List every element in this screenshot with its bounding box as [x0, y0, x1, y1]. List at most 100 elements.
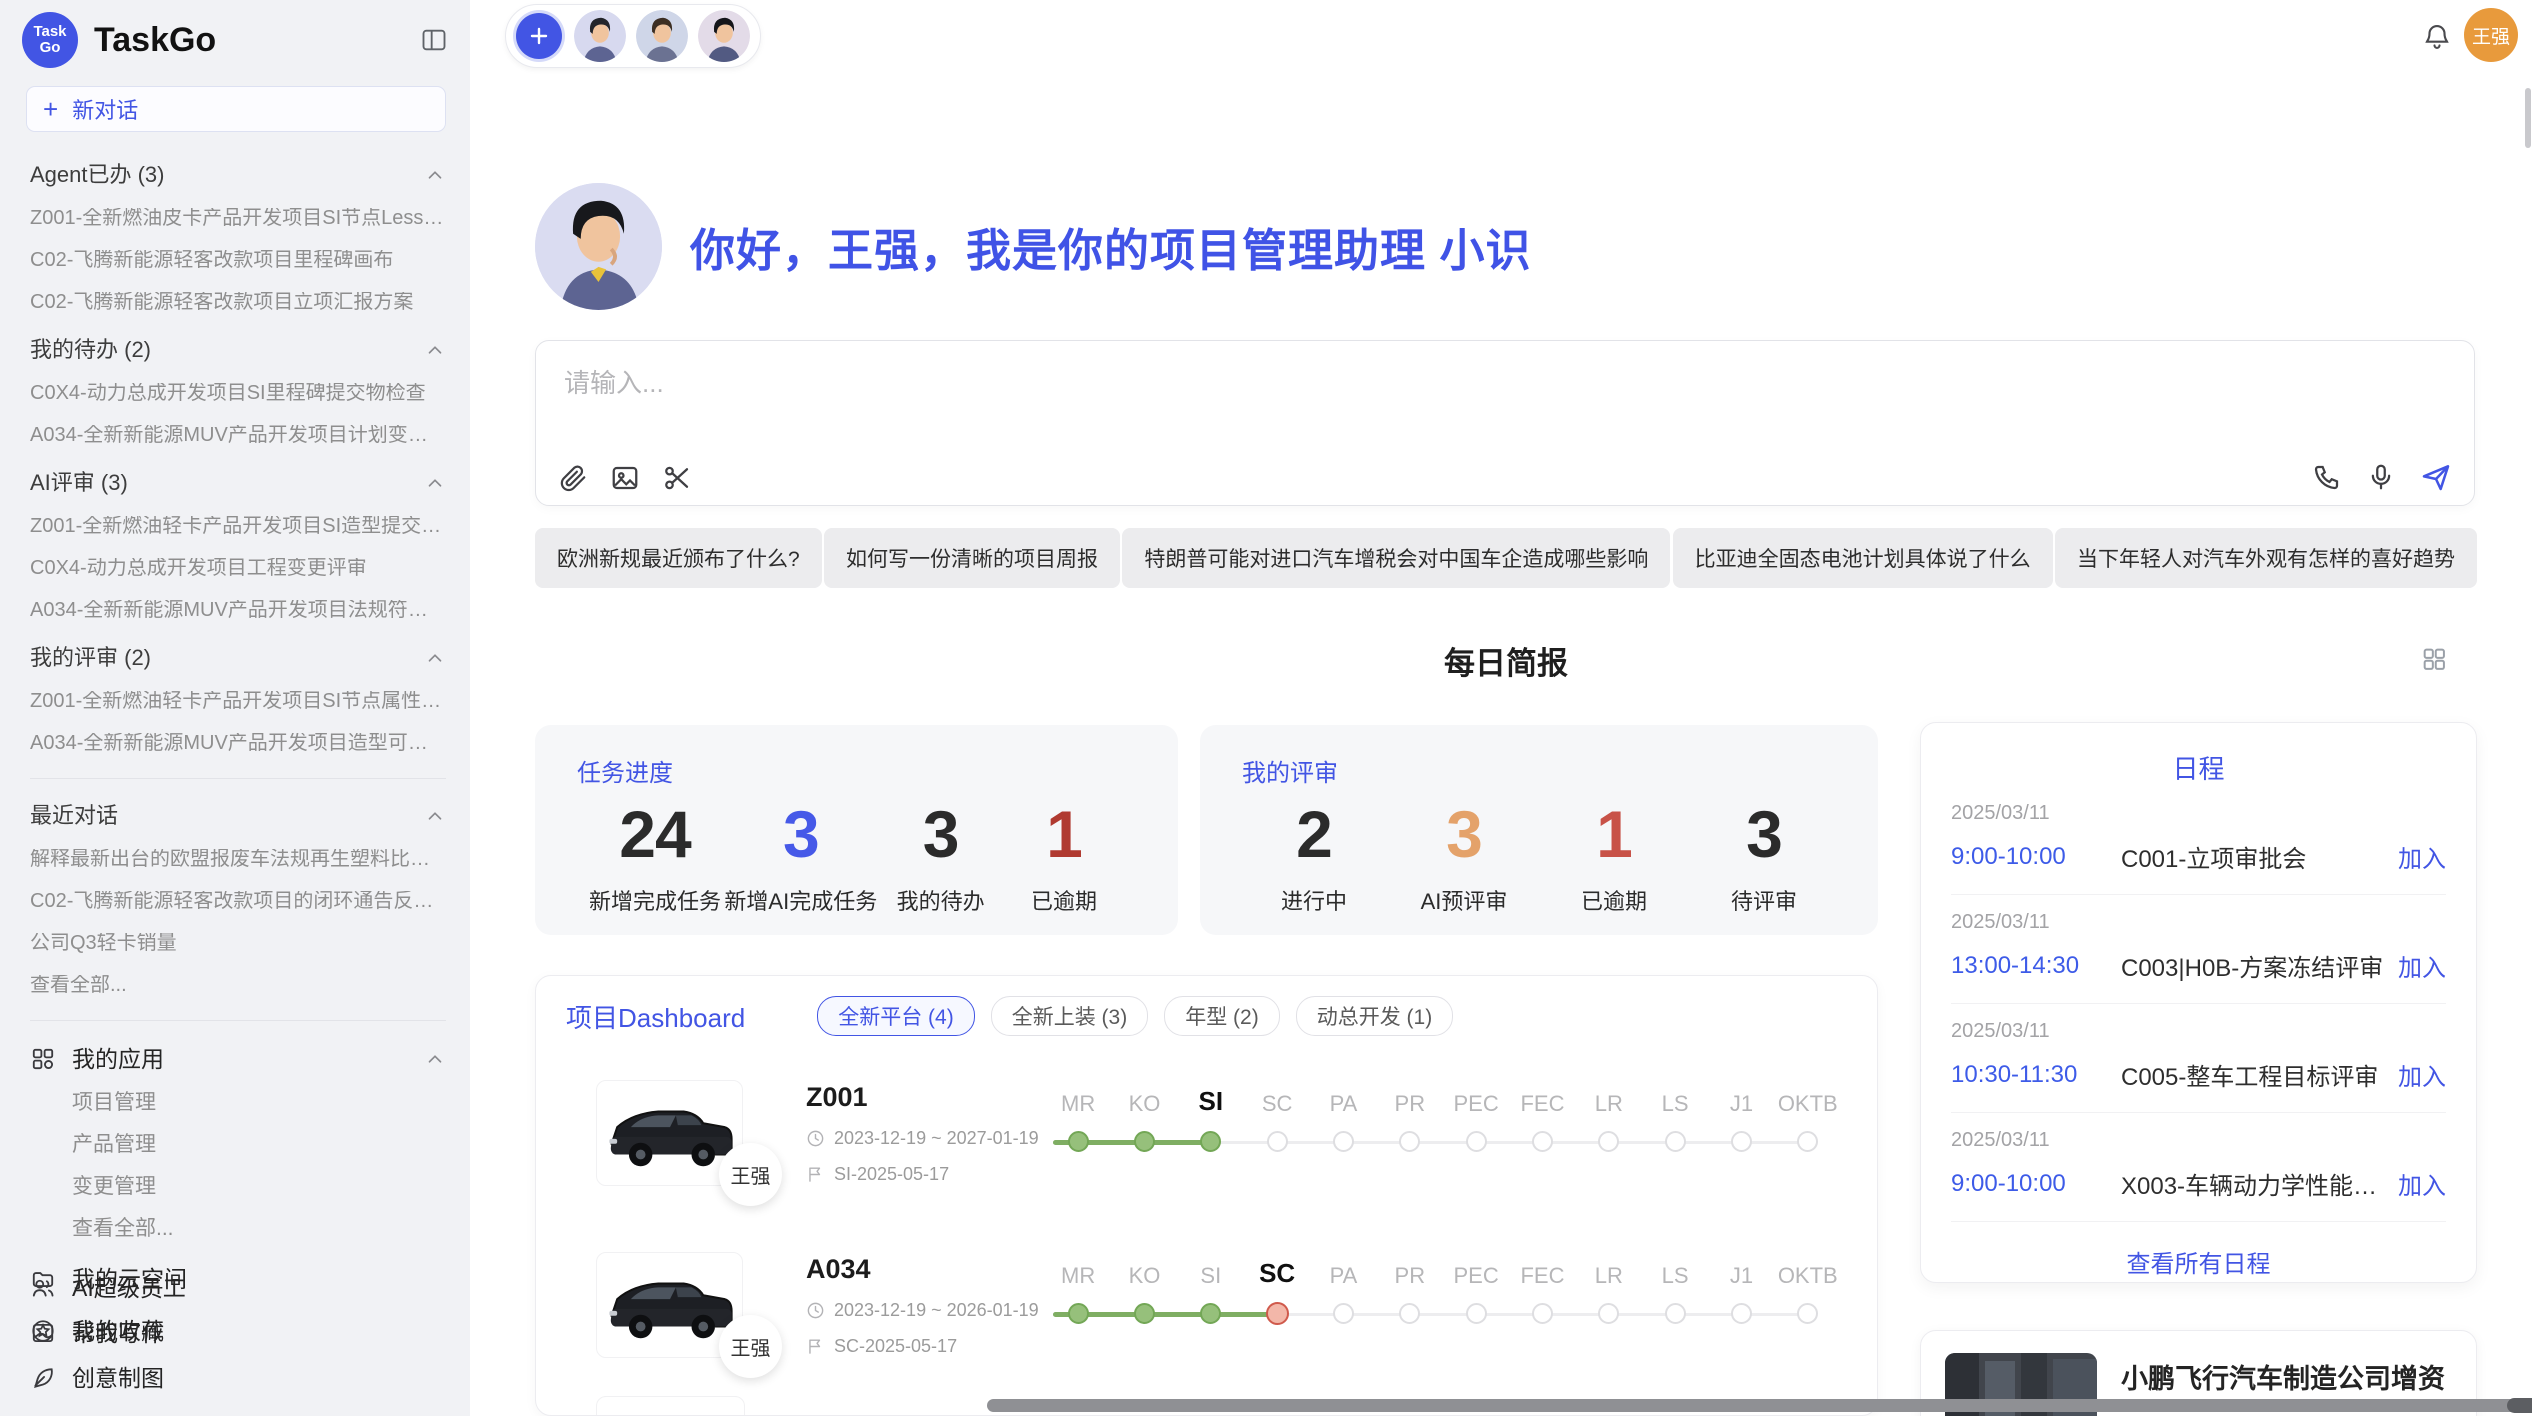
- sidebar-group-title[interactable]: 我的评审 (2): [30, 646, 446, 670]
- avatar-person-2[interactable]: [636, 10, 688, 62]
- sidebar-group-label: Agent已办 (3): [30, 163, 165, 187]
- sidebar-task-item[interactable]: A034-全新新能源MUV产品开发项目计划变更表编写: [30, 425, 446, 446]
- join-meeting-link[interactable]: 加入: [2398, 839, 2446, 874]
- app-logo: Task Go: [22, 12, 78, 68]
- sidebar-task-item[interactable]: Z001-全新燃油轻卡产品开发项目SI造型提交物评审: [30, 516, 446, 537]
- avatar-person-3[interactable]: [698, 10, 750, 62]
- chevron-up-icon: [424, 805, 446, 827]
- stats-card: 任务进度24新增完成任务3新增AI完成任务3我的待办1已逾期: [535, 725, 1178, 935]
- stats-card-title: 任务进度: [577, 753, 1136, 788]
- horizontal-scrollbar[interactable]: [987, 1399, 2532, 1412]
- sidebar-collapse-button[interactable]: [416, 22, 452, 58]
- sidebar-group-title[interactable]: AI评审 (3): [30, 471, 446, 495]
- insert-image-button[interactable]: [610, 463, 640, 493]
- milestone: FEC: [1509, 1249, 1575, 1361]
- sidebar-task-item[interactable]: C0X4-动力总成开发项目SI里程碑提交物检查: [30, 383, 446, 404]
- milestone: J1: [1708, 1077, 1774, 1189]
- sidebar-group-title[interactable]: Agent已办 (3): [30, 163, 446, 187]
- milestone-dot: [1731, 1131, 1752, 1152]
- dashboard-filter-pill[interactable]: 动总开发 (1): [1296, 996, 1454, 1036]
- dashboard-filter-pill[interactable]: 年型 (2): [1164, 996, 1280, 1036]
- sidebar-group-title[interactable]: 我的待办 (2): [30, 338, 446, 362]
- milestone-dot: [1068, 1303, 1089, 1324]
- sidebar-task-item[interactable]: C02-飞腾新能源轻客改款项目里程碑画布: [30, 250, 446, 271]
- view-all-schedule-link[interactable]: 查看所有日程: [1951, 1244, 2446, 1279]
- topbar-agent-pill: [505, 4, 761, 68]
- join-meeting-link[interactable]: 加入: [2398, 1057, 2446, 1092]
- stat-label: AI预评审: [1404, 884, 1524, 916]
- suggestion-chip[interactable]: 特朗普可能对进口汽车增税会对中国车企造成哪些影响: [1122, 528, 1670, 588]
- sidebar-recent-item[interactable]: 查看全部...: [30, 975, 446, 996]
- sidebar-app-item[interactable]: 产品管理: [72, 1134, 446, 1156]
- user-avatar[interactable]: 王强: [2464, 8, 2518, 62]
- sidebar-recent-title[interactable]: 最近对话: [30, 804, 446, 828]
- sidebar-recent-item[interactable]: 公司Q3轻卡销量: [30, 933, 446, 954]
- avatar-person-1[interactable]: [574, 10, 626, 62]
- sidebar-task-item[interactable]: A034-全新新能源MUV产品开发项目法规符合性评审: [30, 600, 446, 621]
- dashboard-filter-pill[interactable]: 全新上装 (3): [991, 996, 1149, 1036]
- event-name: C005-整车工程目标评审: [2121, 1057, 2386, 1092]
- sidebar-recent-item[interactable]: C02-飞腾新能源轻客改款项目的闭环通告反馈情况: [30, 891, 446, 912]
- sidebar-my-apps-title[interactable]: 我的应用: [30, 1046, 446, 1072]
- suggestion-chip[interactable]: 比亚迪全固态电池计划具体说了什么: [1673, 528, 2053, 588]
- stat-label: 已逾期: [1004, 884, 1124, 916]
- microphone-button[interactable]: [2366, 462, 2396, 492]
- briefing-layout-button[interactable]: [2414, 644, 2454, 674]
- project-row[interactable]: 王强A0342023-12-19 ~ 2026-01-19SC-2025-05-…: [566, 1230, 1847, 1380]
- project-dashboard-card: 项目Dashboard 全新平台 (4)全新上装 (3)年型 (2)动总开发 (…: [535, 975, 1878, 1416]
- attach-button[interactable]: [558, 463, 588, 493]
- milestone-dot: [1466, 1131, 1487, 1152]
- sidebar-app-item[interactable]: 查看全部...: [72, 1218, 446, 1240]
- event-row: 9:00-10:00C001-立项审批会加入: [1951, 839, 2446, 874]
- microphone-icon: [2366, 462, 2396, 492]
- suggestion-chip[interactable]: 欧洲新规最近颁布了什么?: [535, 528, 822, 588]
- milestone: FEC: [1509, 1077, 1575, 1189]
- milestone-label: PA: [1330, 1249, 1358, 1289]
- dashboard-filter-pill[interactable]: 全新平台 (4): [817, 996, 975, 1036]
- milestone: PEC: [1443, 1077, 1509, 1189]
- sidebar-recent-item[interactable]: 解释最新出台的欧盟报废车法规再生塑料比例被调至15%...: [30, 849, 446, 870]
- project-row[interactable]: 王强Z0012023-12-19 ~ 2027-01-19SI-2025-05-…: [566, 1058, 1847, 1208]
- stat-label: 待评审: [1704, 884, 1824, 916]
- project-date-range: 2023-12-19 ~ 2026-01-19: [806, 1300, 1041, 1321]
- notifications-button[interactable]: [2416, 20, 2458, 52]
- event-date: 2025/03/11: [1951, 802, 2446, 825]
- suggestion-chip[interactable]: 当下年轻人对汽车外观有怎样的喜好趋势: [2055, 528, 2477, 588]
- sidebar-tool-item[interactable]: 帮我写作: [30, 1320, 446, 1346]
- milestone-label: SI: [1200, 1249, 1221, 1289]
- sidebar-app-item[interactable]: 变更管理: [72, 1176, 446, 1198]
- sidebar-tool-item[interactable]: 创意制图: [30, 1365, 446, 1391]
- milestone-label: LS: [1662, 1249, 1689, 1289]
- sidebar-task-item[interactable]: C02-飞腾新能源轻客改款项目立项汇报方案: [30, 292, 446, 313]
- milestone-dot: [1598, 1131, 1619, 1152]
- grid-icon: [2420, 645, 2448, 673]
- sidebar-tool-item[interactable]: AI超级员工: [30, 1275, 446, 1301]
- plus-icon: +: [43, 96, 58, 122]
- sidebar-task-item[interactable]: A034-全新新能源MUV产品开发项目造型可行性评审: [30, 733, 446, 754]
- join-meeting-link[interactable]: 加入: [2398, 948, 2446, 983]
- send-icon: [2420, 461, 2452, 493]
- add-agent-button[interactable]: [516, 13, 562, 59]
- stat-item: 3待评审: [1704, 796, 1824, 916]
- chat-input[interactable]: [562, 361, 2166, 451]
- sidebar-app-item[interactable]: 项目管理: [72, 1092, 446, 1114]
- sidebar-header: Task Go TaskGo: [0, 0, 470, 68]
- vertical-scrollbar[interactable]: [2525, 88, 2531, 148]
- sidebar-task-item[interactable]: C0X4-动力总成开发项目工程变更评审: [30, 558, 446, 579]
- dashboard-header: 项目Dashboard 全新平台 (4)全新上装 (3)年型 (2)动总开发 (…: [566, 996, 1847, 1036]
- sidebar-divider: [30, 1020, 446, 1021]
- voice-call-button[interactable]: [2312, 462, 2342, 492]
- snippet-button[interactable]: [662, 463, 692, 493]
- sidebar-task-item[interactable]: Z001-全新燃油轻卡产品开发项目SI节点属性5D文件评审: [30, 691, 446, 712]
- project-note-text: SC-2025-05-17: [834, 1336, 957, 1357]
- scrollbar-corner[interactable]: [2507, 1398, 2532, 1413]
- project-info: Z0012023-12-19 ~ 2027-01-19SI-2025-05-17: [806, 1082, 1041, 1185]
- suggestion-chip[interactable]: 如何写一份清晰的项目周报: [824, 528, 1120, 588]
- milestone: PA: [1310, 1249, 1376, 1361]
- stat-label: 新增完成任务: [589, 884, 721, 916]
- sidebar-task-item[interactable]: Z001-全新燃油皮卡产品开发项目SI节点Lesson Learn报告: [30, 208, 446, 229]
- send-button[interactable]: [2420, 461, 2452, 493]
- feather-icon: [30, 1365, 56, 1391]
- join-meeting-link[interactable]: 加入: [2398, 1166, 2446, 1201]
- new-chat-button[interactable]: + 新对话: [26, 86, 446, 132]
